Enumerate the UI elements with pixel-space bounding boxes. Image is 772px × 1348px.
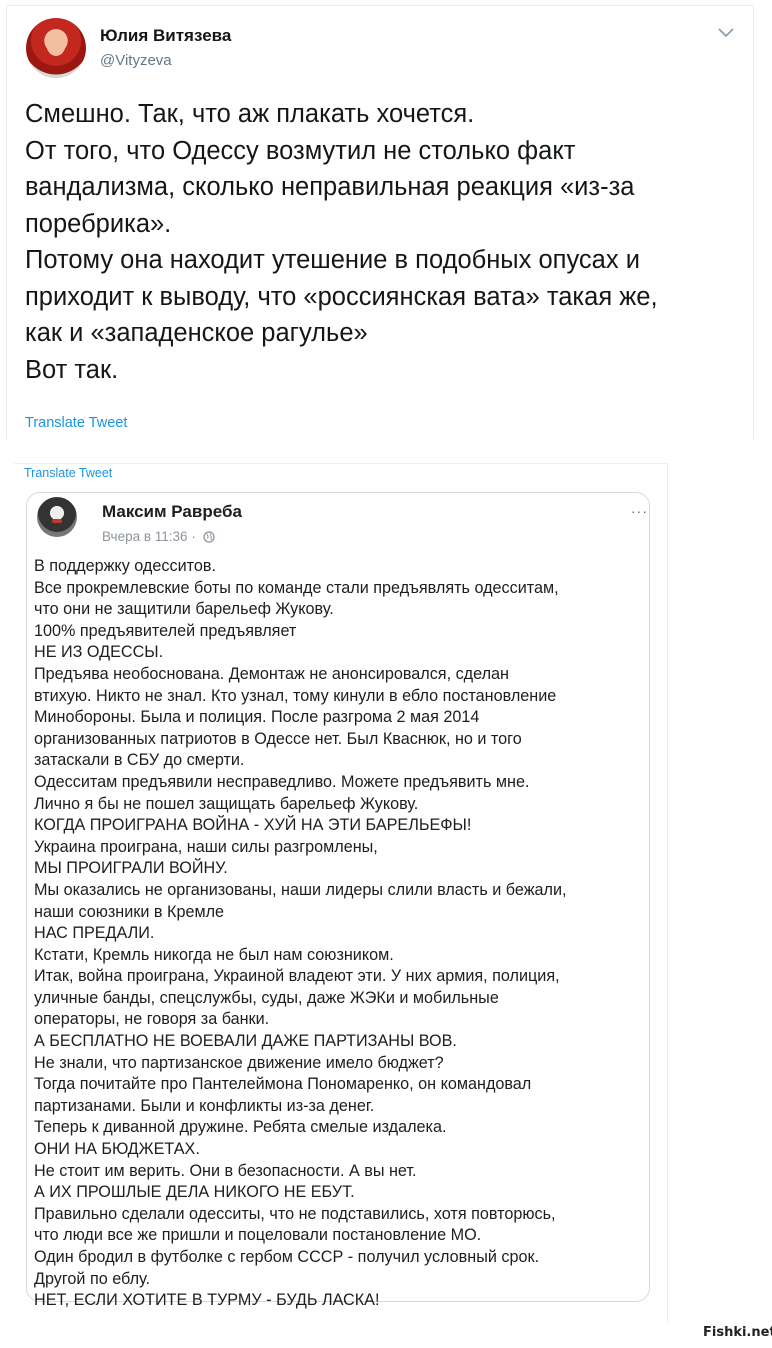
post-line: Все прокремлевские боты по команде стали… xyxy=(34,578,559,597)
author-display-name[interactable]: Юлия Витязева xyxy=(100,26,231,46)
post-author-name[interactable]: Максим Равреба xyxy=(102,502,242,522)
post-line: Одесситам предъявили несправедливо. Може… xyxy=(34,772,530,791)
post-line: Один бродил в футболке с гербом СССР - п… xyxy=(34,1248,540,1266)
post-line: Другой по еблу. xyxy=(34,1269,151,1288)
post-line: А БЕСПЛАТНО НЕ ВОЕВАЛИ ДАЖЕ ПАРТИЗАНЫ ВО… xyxy=(34,1032,457,1051)
author-handle[interactable]: @Vityzeva xyxy=(100,52,172,69)
post-line: Предъява необоснована. Демонтаж не анонс… xyxy=(34,664,509,683)
tweet-line: поребрика». xyxy=(25,209,172,238)
tweet-text: Смешно. Так, что аж плакать хочется. От … xyxy=(25,96,745,388)
post-line: операторы, не говоря за банки. xyxy=(34,1010,270,1029)
tweet-line: Смешно. Так, что аж плакать хочется. xyxy=(25,100,475,128)
avatar-mouth xyxy=(52,519,62,523)
post-line: НЕ ИЗ ОДЕССЫ. xyxy=(34,643,164,662)
post-line: ОНИ НА БЮДЖЕТАХ. xyxy=(34,1140,200,1159)
translate-tweet-link[interactable]: Translate Tweet xyxy=(25,415,127,431)
post-line: наши союзники в Кремле xyxy=(34,902,225,921)
post-line: Украина проиграна, наши силы разгромлены… xyxy=(34,837,378,856)
chevron-down-icon[interactable] xyxy=(717,26,735,40)
post-line: партизанами. Были и конфликты из-за дене… xyxy=(34,1096,375,1115)
post-text: В поддержку одесситов. Все прокремлевски… xyxy=(34,556,646,1312)
post-line: Не стоит им верить. Они в безопасности. … xyxy=(34,1161,417,1180)
post-author-avatar[interactable] xyxy=(37,497,77,537)
post-line: Тогда почитайте про Пантелеймона Пономар… xyxy=(34,1075,532,1094)
post-line: организованных патриотов в Одессе нет. Б… xyxy=(34,729,522,748)
post-line: что люди все же пришли и поцеловали пост… xyxy=(34,1226,482,1245)
post-line: Итак, война проиграна, Украиной владеют … xyxy=(34,967,560,986)
post-line: что они не защитили барельеф Жукову. xyxy=(34,600,334,619)
post-line: Теперь к диванной дружине. Ребята смелые… xyxy=(34,1118,447,1137)
translate-tweet-link[interactable]: Translate Tweet xyxy=(24,466,112,480)
post-line: В поддержку одесситов. xyxy=(34,557,216,575)
post-line: затаскали в СБУ до смерти. xyxy=(34,751,245,770)
post-line: КОГДА ПРОИГРАНА ВОЙНА - ХУЙ НА ЭТИ БАРЕЛ… xyxy=(34,816,472,835)
post-line: Не знали, что партизанское движение имел… xyxy=(34,1053,444,1072)
post-line: Кстати, Кремль никогда не был нам союзни… xyxy=(34,945,394,964)
facebook-post-card: Максим Равреба Вчера в 11:36 · ··· В под… xyxy=(26,492,650,1309)
tweet-line: Вот так. xyxy=(25,355,119,384)
post-line: 100% предъявителей предъявляет xyxy=(34,621,297,640)
avatar[interactable] xyxy=(26,18,86,78)
tweet-line: вандализма, сколько неправильная реакция… xyxy=(25,173,635,201)
post-time[interactable]: Вчера в 11:36 · xyxy=(102,529,196,544)
embedded-screenshot: Translate Tweet Максим Равреба Вчера в 1… xyxy=(14,463,668,1323)
post-line: Лично я бы не пошел защищать барельеф Жу… xyxy=(34,794,419,813)
tweet-line: От того, что Одессу возмутил не столько … xyxy=(25,136,576,165)
post-line: втихую. Никто не знал. Кто узнал, тому к… xyxy=(34,686,557,705)
post-line: Минобороны. Была и полиция. После разгро… xyxy=(34,708,480,727)
tweet-line: как и «западенское рагулье» xyxy=(25,319,368,347)
globe-icon xyxy=(202,531,215,543)
post-line: МЫ ПРОИГРАЛИ ВОЙНУ. xyxy=(34,859,228,878)
post-line: уличные банды, спецслужбы, суды, даже ЖЭ… xyxy=(34,988,499,1007)
post-line: НЕТ, ЕСЛИ ХОТИТЕ В ТУРМУ - БУДЬ ЛАСКА! xyxy=(34,1291,380,1310)
post-line: А ИХ ПРОШЛЫЕ ДЕЛА НИКОГО НЕ ЕБУТ. xyxy=(34,1183,355,1202)
watermark: Fishki.net xyxy=(703,1325,772,1340)
post-line: НАС ПРЕДАЛИ. xyxy=(34,924,155,943)
post-timestamp[interactable]: Вчера в 11:36 · xyxy=(102,529,215,544)
tweet-line: Потому она находит утешение в подобных о… xyxy=(25,246,640,274)
tweet-card: Юлия Витязева @Vityzeva Смешно. Так, что… xyxy=(6,5,754,439)
post-line: Мы оказались не организованы, наши лидер… xyxy=(34,880,567,899)
avatar-face xyxy=(46,30,66,56)
more-options-button[interactable]: ··· xyxy=(631,503,648,519)
post-line: Правильно сделали одесситы, что не подст… xyxy=(34,1204,556,1223)
tweet-line: приходит к выводу, что «россиянская вата… xyxy=(25,282,658,311)
